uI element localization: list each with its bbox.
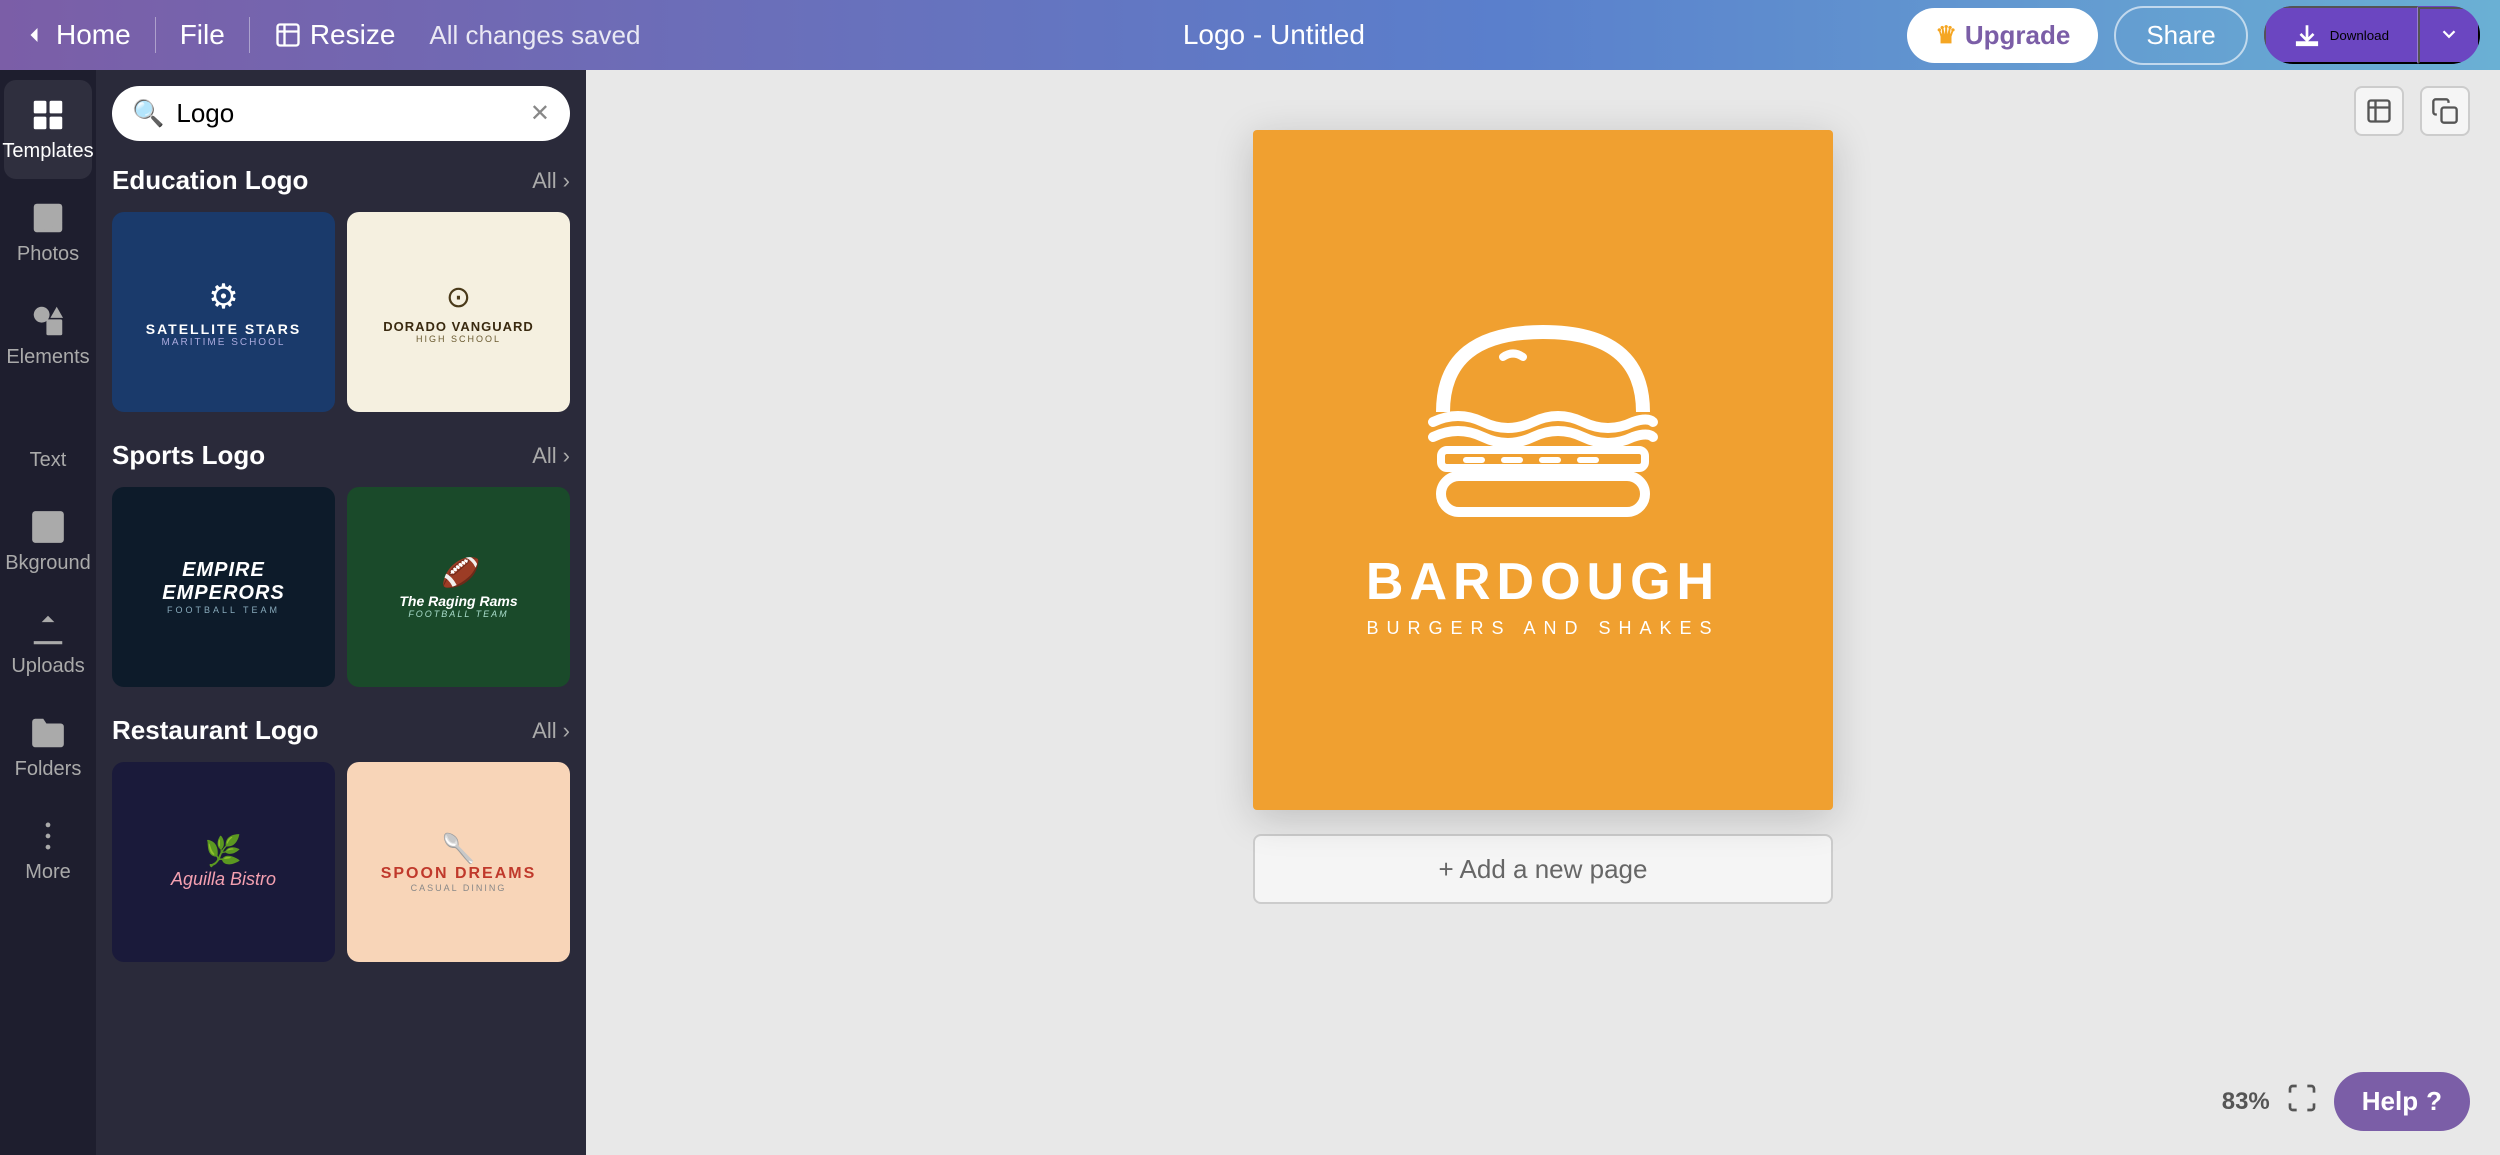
download-main-button[interactable]: Download xyxy=(2264,6,2418,64)
sports-section-header: Sports Logo All › xyxy=(112,440,570,471)
saved-indicator: All changes saved xyxy=(429,20,640,51)
fullscreen-icon xyxy=(2286,1082,2318,1114)
elements-icon xyxy=(29,302,67,340)
upgrade-button[interactable]: ♛ Upgrade xyxy=(1907,8,2098,63)
chevron-down-icon xyxy=(2438,23,2460,45)
template-dorado-vanguard[interactable]: ⊙ DORADO VANGUARD HIGH SCHOOL xyxy=(347,212,570,412)
education-section-header: Education Logo All › xyxy=(112,165,570,196)
resize-button[interactable]: Resize xyxy=(274,19,396,51)
sidebar: Templates Photos Elements Text Bkground … xyxy=(0,70,96,1155)
home-label: Home xyxy=(56,19,131,51)
folders-icon xyxy=(29,714,67,752)
chevron-right-icon2: › xyxy=(563,443,570,469)
search-bar: 🔍 ✕ xyxy=(112,86,570,141)
canvas-copy-button[interactable] xyxy=(2420,86,2470,136)
download-dropdown-button[interactable] xyxy=(2418,7,2480,64)
sidebar-item-uploads[interactable]: Uploads xyxy=(4,595,92,694)
zoom-level: 83% xyxy=(2222,1088,2270,1116)
sidebar-item-photos[interactable]: Photos xyxy=(4,183,92,282)
search-icon: 🔍 xyxy=(132,98,164,129)
templates-panel: 🔍 ✕ Education Logo All › ⚙ SATELLITE STA… xyxy=(96,70,586,1155)
templates-icon xyxy=(29,96,67,134)
topbar: Home File Resize All changes saved Logo … xyxy=(0,0,2500,70)
logo-canvas[interactable]: BARDOUGH BURGERS AND SHAKES xyxy=(1253,130,1833,810)
background-icon xyxy=(29,508,67,546)
add-page-button[interactable]: + Add a new page xyxy=(1253,834,1833,904)
education-logo-title: Education Logo xyxy=(112,165,308,196)
sidebar-more-label: More xyxy=(25,861,71,884)
canvas-toolbar xyxy=(2354,86,2470,136)
help-symbol: ? xyxy=(2426,1086,2442,1117)
sidebar-photos-label: Photos xyxy=(17,243,79,266)
sidebar-item-templates[interactable]: Templates xyxy=(4,80,92,179)
logo-tagline: BURGERS AND SHAKES xyxy=(1366,618,1719,639)
uploads-icon xyxy=(29,611,67,649)
education-all-link[interactable]: All › xyxy=(532,168,570,194)
upgrade-label: Upgrade xyxy=(1965,20,2070,51)
crown-icon: ♛ xyxy=(1935,21,1957,50)
clear-search-icon[interactable]: ✕ xyxy=(530,99,550,128)
restaurant-all-link[interactable]: All › xyxy=(532,718,570,744)
help-button[interactable]: Help ? xyxy=(2334,1072,2470,1131)
chevron-right-icon3: › xyxy=(563,718,570,744)
file-menu-button[interactable]: File xyxy=(180,19,225,51)
sidebar-background-label: Bkground xyxy=(5,552,91,575)
photos-icon xyxy=(29,199,67,237)
sidebar-uploads-label: Uploads xyxy=(11,655,84,678)
restaurant-logo-title: Restaurant Logo xyxy=(112,715,319,746)
template-empire-emperors[interactable]: EMPIREEMPERORS FOOTBALL TEAM xyxy=(112,487,335,687)
burger-illustration xyxy=(1403,302,1683,522)
text-icon xyxy=(29,405,67,443)
sidebar-item-text[interactable]: Text xyxy=(4,389,92,488)
sidebar-templates-label: Templates xyxy=(2,140,93,163)
sports-logo-title: Sports Logo xyxy=(112,440,265,471)
sidebar-item-elements[interactable]: Elements xyxy=(4,286,92,385)
topbar-divider xyxy=(155,17,156,53)
document-title: Logo - Untitled xyxy=(1183,19,1365,51)
template-satellite-stars[interactable]: ⚙ SATELLITE STARS MARITIME SCHOOL xyxy=(112,212,335,412)
chevron-right-icon: › xyxy=(563,168,570,194)
search-input[interactable] xyxy=(176,98,518,129)
sidebar-item-background[interactable]: Bkground xyxy=(4,492,92,591)
bottom-controls: 83% Help ? xyxy=(2222,1072,2470,1131)
restaurant-section-header: Restaurant Logo All › xyxy=(112,715,570,746)
fullscreen-button[interactable] xyxy=(2286,1082,2318,1121)
sports-all-link[interactable]: All › xyxy=(532,443,570,469)
education-templates-grid: ⚙ SATELLITE STARS MARITIME SCHOOL ⊙ DORA… xyxy=(112,212,570,412)
download-icon xyxy=(2294,22,2320,48)
share-button[interactable]: Share xyxy=(2114,6,2247,65)
frame-icon xyxy=(2365,97,2393,125)
resize-label: Resize xyxy=(310,19,396,51)
home-button[interactable]: Home xyxy=(20,19,131,51)
sidebar-item-more[interactable]: More xyxy=(4,801,92,900)
download-button-group: Download xyxy=(2264,6,2480,64)
logo-brand-name: BARDOUGH xyxy=(1366,552,1720,612)
sidebar-item-folders[interactable]: Folders xyxy=(4,698,92,797)
more-icon xyxy=(29,817,67,855)
sports-templates-grid: EMPIREEMPERORS FOOTBALL TEAM 🏈 The Ragin… xyxy=(112,487,570,687)
sidebar-elements-label: Elements xyxy=(6,346,89,369)
restaurant-templates-grid: 🌿 Aguilla Bistro 🥄 SPOON DREAMS CASUAL D… xyxy=(112,762,570,962)
resize-icon xyxy=(274,21,302,49)
copy-icon xyxy=(2431,97,2459,125)
topbar-divider2 xyxy=(249,17,250,53)
chevron-left-icon xyxy=(20,21,48,49)
collapse-panel-button[interactable]: ‹ xyxy=(582,583,586,643)
template-aguilla-bistro[interactable]: 🌿 Aguilla Bistro xyxy=(112,762,335,962)
download-label: Download xyxy=(2330,28,2389,43)
canvas-frame-button[interactable] xyxy=(2354,86,2404,136)
sidebar-text-label: Text xyxy=(30,449,67,472)
help-label: Help xyxy=(2362,1086,2418,1117)
template-spoon-dreams[interactable]: 🥄 SPOON DREAMS CASUAL DINING xyxy=(347,762,570,962)
canvas-area: BARDOUGH BURGERS AND SHAKES + Add a new … xyxy=(586,70,2500,1155)
sidebar-folders-label: Folders xyxy=(15,758,82,781)
template-raging-rams[interactable]: 🏈 The Raging Rams FOOTBALL TEAM xyxy=(347,487,570,687)
